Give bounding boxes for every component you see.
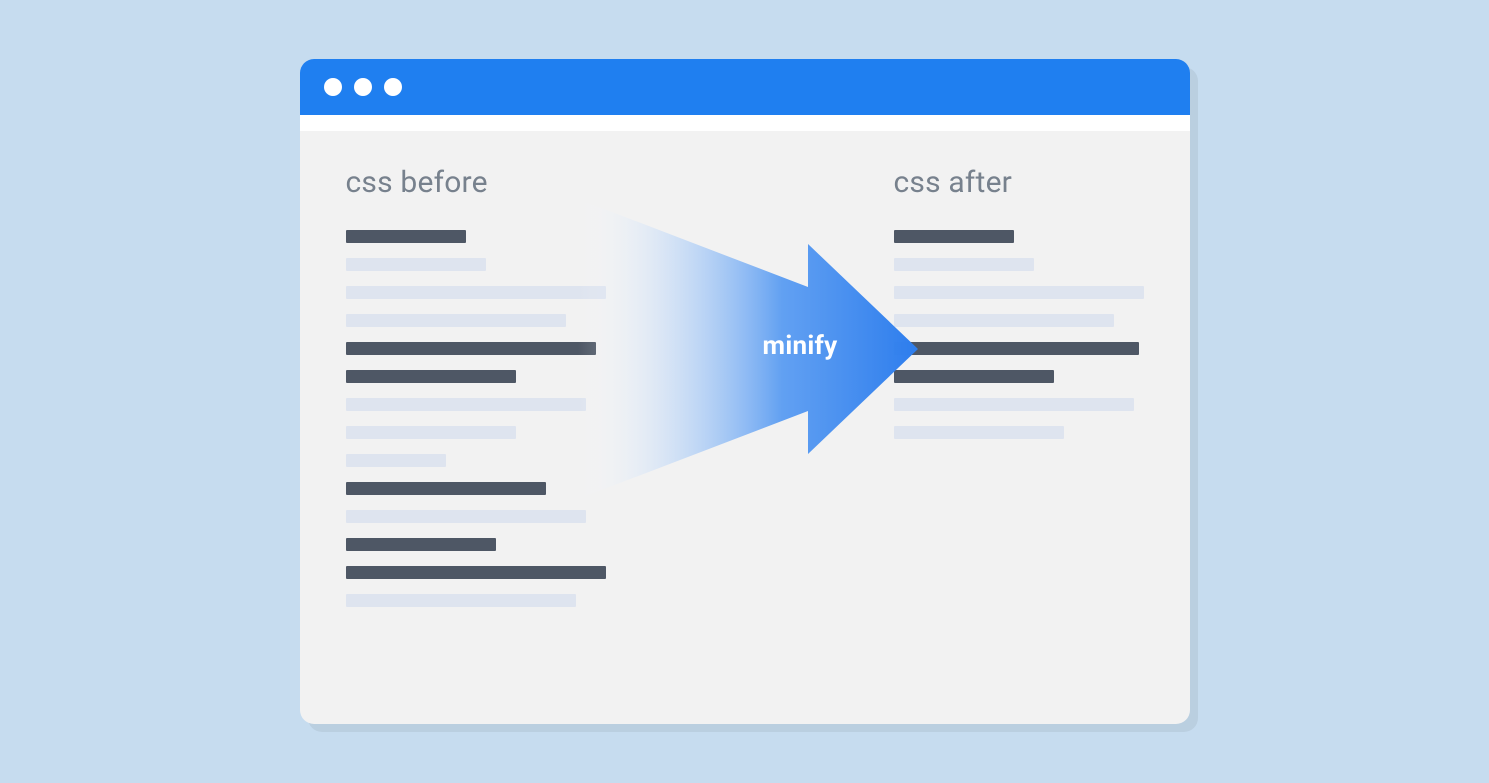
code-bar [346, 370, 516, 383]
window-dot-icon [384, 78, 402, 96]
code-bar [346, 230, 466, 243]
code-bar [346, 398, 586, 411]
code-bar [894, 398, 1134, 411]
browser-window: css before css after minify [300, 59, 1190, 724]
before-bars [346, 230, 646, 622]
code-bar [346, 258, 486, 271]
code-bar [346, 510, 586, 523]
code-bar [894, 258, 1034, 271]
after-heading: css after [894, 165, 1144, 200]
window-dot-icon [354, 78, 372, 96]
code-bar [894, 370, 1054, 383]
code-bar [346, 454, 446, 467]
code-bar [894, 314, 1114, 327]
before-column: css before [346, 165, 646, 724]
code-bar [346, 342, 596, 355]
code-bar [346, 286, 606, 299]
code-bar [894, 286, 1144, 299]
code-bar [346, 314, 566, 327]
code-bar [346, 566, 606, 579]
code-bar [346, 538, 496, 551]
title-bar [300, 59, 1190, 115]
code-bar [894, 426, 1064, 439]
code-bar [894, 230, 1014, 243]
window-dot-icon [324, 78, 342, 96]
after-bars [894, 230, 1144, 454]
arrow-label: minify [763, 331, 838, 361]
title-separator [300, 115, 1190, 131]
after-column: css after [894, 165, 1144, 724]
code-bar [346, 482, 546, 495]
code-bar [346, 426, 516, 439]
before-heading: css before [346, 165, 646, 200]
code-bar [894, 342, 1139, 355]
code-bar [346, 594, 576, 607]
content-area: css before css after minify [300, 131, 1190, 724]
